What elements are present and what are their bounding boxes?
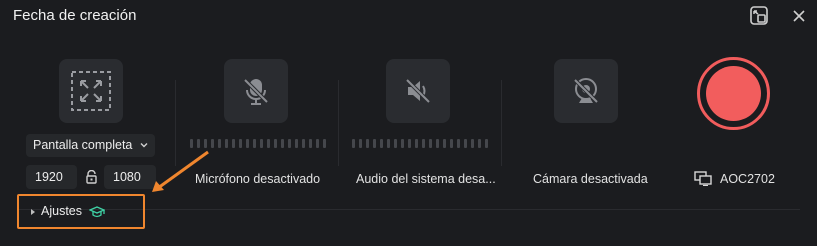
height-input[interactable]: 1080 xyxy=(104,165,156,189)
camera-off-icon xyxy=(573,78,599,104)
aspect-lock-icon[interactable] xyxy=(85,170,98,184)
microphone-toggle[interactable] xyxy=(224,59,288,123)
capture-mode-dropdown[interactable]: Pantalla completa xyxy=(26,134,155,157)
system-audio-level-meter xyxy=(352,139,488,148)
monitor-name: AOC2702 xyxy=(720,171,775,186)
caret-right-icon xyxy=(31,209,35,215)
title-bar: Fecha de creación xyxy=(0,0,817,30)
camera-label: Cámara desactivada xyxy=(533,172,648,186)
microphone-off-icon xyxy=(243,78,269,105)
width-input[interactable]: 1920 xyxy=(26,165,77,189)
system-audio-toggle[interactable] xyxy=(386,59,450,123)
divider xyxy=(501,80,502,166)
settings-toggle[interactable]: Ajustes xyxy=(17,194,145,229)
divider xyxy=(338,80,339,166)
microphone-label: Micrófono desactivado xyxy=(195,172,321,186)
microphone-level-meter xyxy=(190,139,326,148)
fullscreen-select-icon xyxy=(71,71,111,111)
record-button[interactable] xyxy=(697,57,770,130)
picture-in-picture-icon xyxy=(750,6,768,25)
chevron-down-icon xyxy=(140,143,148,148)
graduation-cap-icon xyxy=(89,206,105,218)
annotation-arrow-icon xyxy=(152,150,209,192)
monitor-selector[interactable]: AOC2702 xyxy=(694,171,775,186)
window-title: Fecha de creación xyxy=(13,7,137,24)
screen-capture-tile[interactable] xyxy=(59,59,123,123)
picture-in-picture-button[interactable] xyxy=(747,4,771,28)
monitor-icon xyxy=(694,171,712,186)
speaker-off-icon xyxy=(405,78,431,104)
close-button[interactable] xyxy=(787,4,811,28)
settings-label: Ajustes xyxy=(41,204,82,218)
system-audio-label: Audio del sistema desa... xyxy=(356,172,496,186)
capture-mode-value: Pantalla completa xyxy=(33,138,133,152)
camera-toggle[interactable] xyxy=(554,59,618,123)
record-icon xyxy=(706,66,761,121)
close-icon xyxy=(793,10,805,22)
